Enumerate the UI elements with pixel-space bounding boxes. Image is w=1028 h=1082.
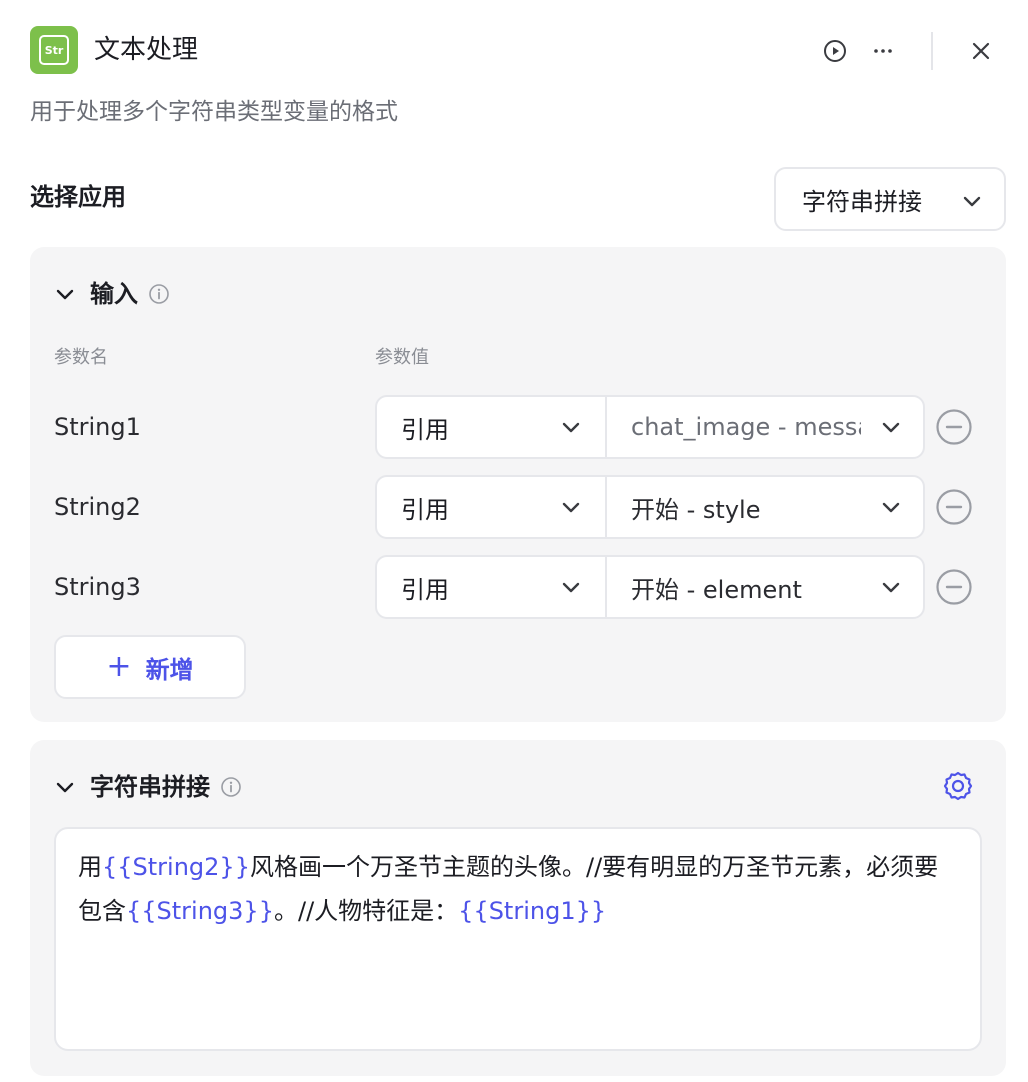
header-divider xyxy=(931,32,933,70)
chevron-down-icon xyxy=(882,422,900,433)
template-variable: {{String1}} xyxy=(458,897,607,925)
gear-icon[interactable] xyxy=(942,770,974,802)
ref-type-select[interactable]: 引用 xyxy=(377,477,605,537)
ref-variable-value: 开始 - style xyxy=(631,495,761,524)
param-value-field: 引用 开始 - style xyxy=(375,475,925,539)
ref-variable-value: chat_image - message xyxy=(631,413,861,441)
concat-template-editor[interactable]: 用{{String2}}风格画一个万圣节主题的头像。//要有明显的万圣节元素，必… xyxy=(54,827,982,1051)
param-value-field: 引用 chat_image - message xyxy=(375,395,925,459)
remove-icon[interactable] xyxy=(934,567,974,607)
chevron-down-icon xyxy=(562,422,580,433)
ref-type-select[interactable]: 引用 xyxy=(377,557,605,617)
template-variable: {{String3}} xyxy=(126,897,274,925)
ref-variable-select[interactable]: 开始 - style xyxy=(607,477,923,537)
add-param-label: 新增 xyxy=(145,655,194,684)
chevron-down-icon xyxy=(562,582,580,593)
chevron-down-icon[interactable] xyxy=(54,776,76,798)
param-value-field: 引用 开始 - element xyxy=(375,555,925,619)
ref-type-value: 引用 xyxy=(401,575,449,604)
ref-type-value: 引用 xyxy=(401,415,449,444)
input-section-title: 输入 xyxy=(90,280,138,308)
chevron-down-icon xyxy=(562,502,580,513)
param-row: String3 引用 开始 - element xyxy=(30,555,1006,619)
chevron-down-icon xyxy=(882,582,900,593)
template-variable: {{String2}} xyxy=(102,853,250,881)
input-section-header[interactable]: 输入 xyxy=(54,277,170,311)
str-icon-glyph: Str xyxy=(39,35,69,65)
app-select-value: 字符串拼接 xyxy=(802,187,922,216)
concat-section-title: 字符串拼接 xyxy=(90,773,210,801)
chevron-down-icon xyxy=(882,502,900,513)
input-panel: 输入 参数名 参数值 String1 引用 chat_image - messa… xyxy=(30,247,1006,722)
info-icon[interactable] xyxy=(148,283,170,305)
param-name: String3 xyxy=(54,573,141,601)
node-title[interactable]: 文本处理 xyxy=(94,34,198,66)
ref-type-value: 引用 xyxy=(401,495,449,524)
param-name-header: 参数名 xyxy=(54,347,108,368)
plus-icon: + xyxy=(106,649,132,684)
close-icon[interactable] xyxy=(966,36,996,66)
text-process-icon: Str xyxy=(30,26,78,74)
more-icon[interactable] xyxy=(868,36,898,66)
node-description: 用于处理多个字符串类型变量的格式 xyxy=(30,99,398,125)
param-row: String2 引用 开始 - style xyxy=(30,475,1006,539)
template-text: 用 xyxy=(78,853,102,881)
template-text: 。//人物特征是： xyxy=(273,897,459,925)
app-select-dropdown[interactable]: 字符串拼接 xyxy=(774,167,1006,231)
param-name: String1 xyxy=(54,413,141,441)
chevron-down-icon[interactable] xyxy=(54,283,76,305)
add-param-button[interactable]: + 新增 xyxy=(54,635,246,699)
ref-type-select[interactable]: 引用 xyxy=(377,397,605,457)
node-header: Str 文本处理 xyxy=(30,26,1000,74)
param-value-header: 参数值 xyxy=(375,347,429,368)
param-name: String2 xyxy=(54,493,141,521)
param-row: String1 引用 chat_image - message xyxy=(30,395,1006,459)
run-icon[interactable] xyxy=(820,36,850,66)
remove-icon[interactable] xyxy=(934,487,974,527)
concat-panel: 字符串拼接 用{{String2}}风格画一个万圣节主题的头像。//要有明显的万… xyxy=(30,740,1006,1076)
ref-variable-value: 开始 - element xyxy=(631,575,802,604)
remove-icon[interactable] xyxy=(934,407,974,447)
ref-variable-select[interactable]: chat_image - message xyxy=(607,397,923,457)
ref-variable-select[interactable]: 开始 - element xyxy=(607,557,923,617)
info-icon[interactable] xyxy=(220,776,242,798)
chevron-down-icon xyxy=(963,196,981,207)
select-app-label: 选择应用 xyxy=(30,183,126,211)
concat-section-header[interactable]: 字符串拼接 xyxy=(54,770,242,804)
